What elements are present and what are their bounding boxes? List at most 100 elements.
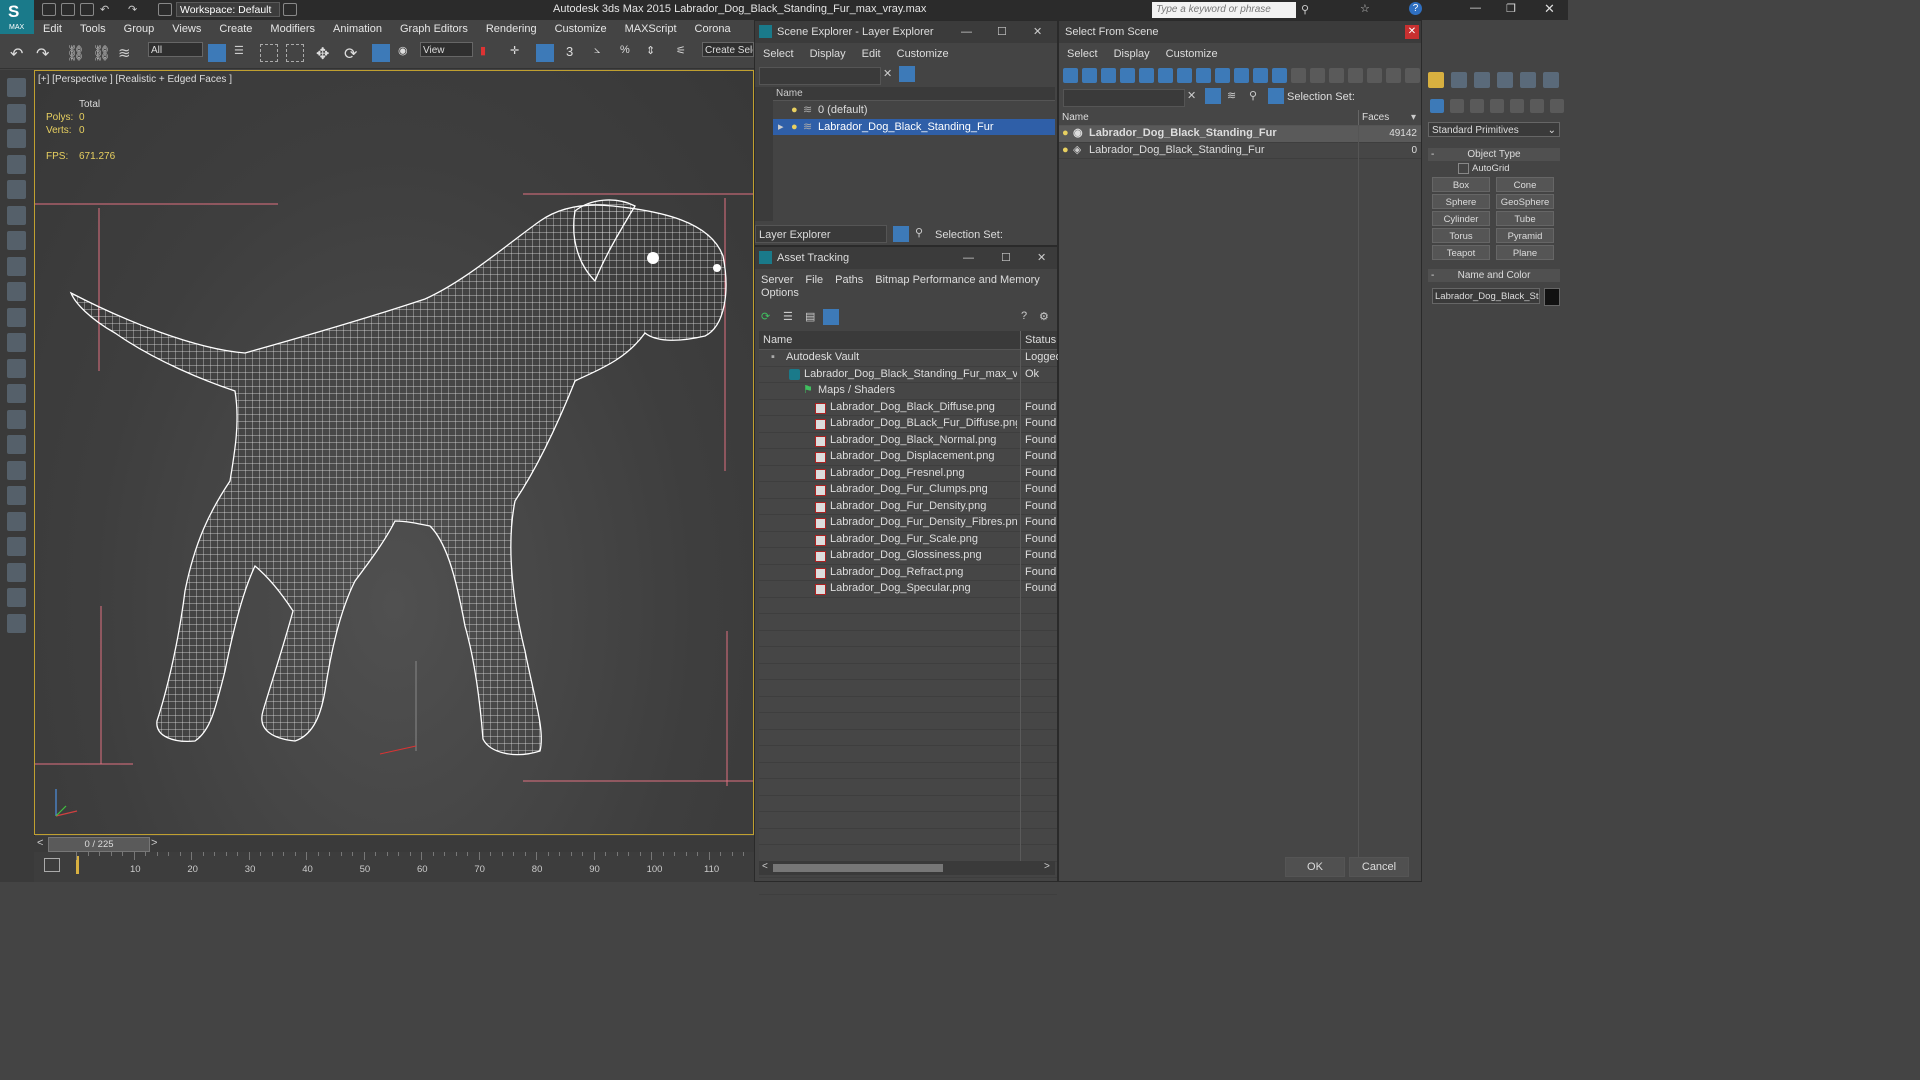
primitive-button[interactable]: Sphere <box>1432 194 1490 209</box>
collapse-icon[interactable]: - <box>1431 148 1434 161</box>
layer-row-default[interactable]: ● ≋ 0 (default) <box>773 102 1055 118</box>
menu-item[interactable]: Modifiers <box>261 20 324 38</box>
spinner-snap-icon[interactable]: ⇕ <box>646 44 664 62</box>
close-button[interactable]: ✕ <box>1033 21 1042 43</box>
cameras-icon[interactable] <box>1490 99 1504 113</box>
settings-icon[interactable]: ⚙ <box>1039 310 1049 323</box>
primitive-button[interactable]: Torus <box>1432 228 1490 243</box>
material-editor-icon[interactable] <box>7 129 26 148</box>
new-file-icon[interactable] <box>42 3 56 16</box>
layer-row-labrador[interactable]: ▸ ● ≋ Labrador_Dog_Black_Standing_Fur <box>773 119 1055 135</box>
light-bulb-icon[interactable]: ● <box>791 119 798 135</box>
menu-item[interactable]: Customize <box>889 43 957 65</box>
redo-icon[interactable]: ↷ <box>128 3 142 16</box>
object-name-field[interactable]: Labrador_Dog_Black_Stan <box>1432 288 1540 304</box>
scene-explorer-search[interactable] <box>759 67 881 85</box>
camera-icon[interactable] <box>7 205 26 225</box>
light-bulb-icon[interactable]: ● <box>1062 126 1069 142</box>
sync-selection-icon[interactable] <box>1268 88 1284 104</box>
primitive-button[interactable]: Pyramid <box>1496 228 1554 243</box>
name-column-header[interactable]: Name <box>1062 110 1089 125</box>
list-view-icon[interactable]: ☰ <box>783 310 793 323</box>
expand-arrow-icon[interactable]: ▸ <box>778 119 784 135</box>
render-setup-icon[interactable] <box>7 78 26 97</box>
hierarchy-icon[interactable]: ⚲ <box>1249 89 1257 102</box>
object-color-swatch[interactable] <box>1544 288 1560 306</box>
angle-snap-icon[interactable]: ⦣ <box>594 44 612 62</box>
workspace-menu-icon[interactable] <box>283 3 297 16</box>
select-manipulate-icon[interactable]: ✛ <box>510 44 528 62</box>
category-dropdown[interactable]: Standard Primitives ⌄ <box>1428 122 1560 137</box>
display-spacewarps-icon[interactable] <box>1158 68 1173 83</box>
menu-item[interactable]: Create <box>210 20 261 38</box>
menu-item[interactable]: Corona <box>686 20 740 38</box>
edit-named-selection-icon[interactable]: ⚟ <box>676 44 694 62</box>
hierarchy-icon[interactable] <box>7 409 26 429</box>
grid-icon[interactable] <box>7 256 26 276</box>
perspective-viewport[interactable]: [+] [Perspective ] [Realistic + Edged Fa… <box>34 70 754 835</box>
asset-row[interactable]: ⚑ Maps / Shaders <box>759 383 1057 400</box>
menu-item[interactable]: Customize <box>1158 43 1226 65</box>
display-groups-icon[interactable] <box>1177 68 1192 83</box>
undo-icon[interactable]: ↶ <box>10 44 28 63</box>
prev-frame-button[interactable]: < <box>37 837 43 849</box>
menu-item[interactable]: Paths <box>829 269 869 291</box>
asset-row[interactable]: Labrador_Dog_Black_Standing_Fur_max_vray… <box>759 367 1057 383</box>
rotate-icon[interactable]: ⟳ <box>344 44 362 63</box>
display-xrefs-icon[interactable] <box>1196 68 1211 83</box>
column-menu-icon[interactable]: ▾ <box>1411 110 1416 125</box>
menu-item[interactable]: Animation <box>324 20 391 38</box>
primitive-button[interactable]: Box <box>1432 177 1490 192</box>
display-frozen-icon[interactable] <box>1253 68 1268 83</box>
geometry-icon[interactable] <box>1430 99 1444 113</box>
primitive-button[interactable]: Cylinder <box>1432 211 1490 226</box>
select-object-icon[interactable] <box>208 44 226 62</box>
clear-search-icon[interactable]: ✕ <box>883 67 892 80</box>
faces-column-header[interactable]: Faces <box>1362 110 1389 125</box>
modify-tab-icon[interactable] <box>1451 72 1467 88</box>
maximize-button[interactable]: ☐ <box>997 21 1007 43</box>
pb-icon[interactable] <box>7 511 26 531</box>
sfs-row[interactable]: ● ◉ Labrador_Dog_Black_Standing_Fur 4914… <box>1059 126 1421 143</box>
primitive-button[interactable]: Cone <box>1496 177 1554 192</box>
keyboard-shortcut-icon[interactable] <box>536 44 554 62</box>
asset-row[interactable]: Labrador_Dog_Fur_Density.png Found <box>759 499 1057 515</box>
maximize-button[interactable]: ❐ <box>1506 2 1516 15</box>
select-invert-icon[interactable] <box>1386 68 1401 83</box>
menu-item[interactable]: Select <box>755 43 802 65</box>
display-all-icon[interactable] <box>1291 68 1306 83</box>
asset-row[interactable]: Labrador_Dog_Fresnel.png Found <box>759 466 1057 482</box>
menu-item[interactable]: Select <box>1059 43 1106 65</box>
help-icon[interactable]: ? <box>1409 2 1422 15</box>
ruler-icon[interactable] <box>7 231 26 250</box>
star-icon[interactable]: ☆ <box>1360 2 1370 15</box>
track-bar-icon[interactable] <box>44 858 60 872</box>
primitive-button[interactable]: Teapot <box>1432 245 1490 260</box>
menu-item[interactable]: Edit <box>854 43 889 65</box>
filter-icon[interactable] <box>899 66 915 82</box>
menu-item[interactable]: Display <box>1106 43 1158 65</box>
display-none-icon[interactable] <box>1310 68 1325 83</box>
binoculars-icon[interactable]: ⚲ <box>1301 3 1309 16</box>
refresh-icon[interactable]: ⟳ <box>761 310 770 323</box>
undo-icon[interactable]: ↶ <box>100 3 114 16</box>
scale-icon[interactable] <box>372 44 390 62</box>
unlink-icon[interactable]: ⛓ <box>92 44 111 62</box>
scene-states-icon[interactable] <box>7 435 26 454</box>
save-icon[interactable] <box>80 3 94 16</box>
open-file-icon[interactable] <box>61 3 75 16</box>
hierarchy-icon[interactable]: ⚲ <box>915 226 923 239</box>
create-selection-set-dropdown[interactable]: Create Selection <box>702 42 754 57</box>
snapshot-icon[interactable] <box>7 460 26 480</box>
time-slider[interactable]: < 0 / 225 > <box>34 836 754 852</box>
time-slider-handle[interactable]: 0 / 225 <box>48 837 150 852</box>
light-bulb-icon[interactable]: ● <box>1062 143 1069 159</box>
menu-item[interactable]: Edit <box>34 20 71 38</box>
scrollbar-thumb[interactable] <box>773 864 943 872</box>
minimize-button[interactable]: — <box>963 247 974 269</box>
close-button[interactable]: ✕ <box>1037 247 1046 269</box>
display-containers-icon[interactable] <box>1234 68 1249 83</box>
invert-display-icon[interactable] <box>1329 68 1344 83</box>
asset-row[interactable]: Labrador_Dog_Glossiness.png Found <box>759 548 1057 565</box>
wrench-icon[interactable] <box>7 180 26 199</box>
